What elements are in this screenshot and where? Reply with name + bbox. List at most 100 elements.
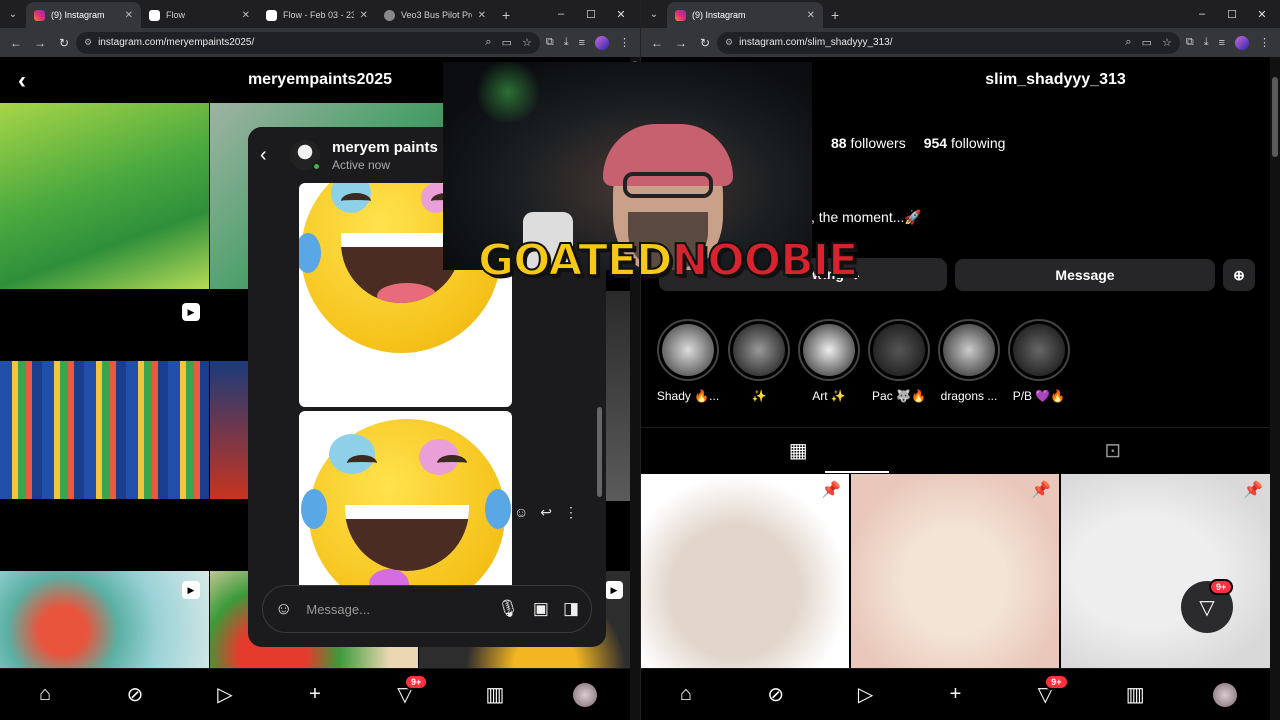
forward-arrow-icon[interactable]: →	[28, 36, 52, 50]
dashboard-icon[interactable]: ▥	[482, 682, 508, 708]
page-scrollbar[interactable]	[1270, 57, 1280, 720]
tagged-icon[interactable]: ⊡	[956, 428, 1271, 473]
close-window-icon[interactable]: ✕	[606, 8, 636, 21]
reel-icon: ▶	[182, 303, 200, 321]
extensions-icon[interactable]: ⧉	[1186, 36, 1194, 49]
add-person-icon[interactable]: ⊕	[1223, 259, 1255, 291]
new-tab-icon[interactable]: +	[823, 2, 847, 28]
download-icon[interactable]: ⤓	[564, 36, 569, 49]
followers-count[interactable]: 88 followers	[831, 135, 906, 151]
tab-veo3[interactable]: Veo3 Bus Pilot Pro ✕	[376, 2, 494, 28]
create-icon[interactable]: +	[302, 682, 328, 708]
microphone-icon[interactable]: 🎙	[497, 599, 519, 619]
media-icon[interactable]: ≡	[1219, 37, 1225, 49]
reply-icon[interactable]: ↩	[540, 504, 552, 521]
more-options-icon[interactable]: ⋮	[564, 504, 578, 521]
explore-icon[interactable]: ⊘	[763, 682, 789, 708]
react-emoji-icon[interactable]: ☺	[514, 504, 528, 521]
back-chevron-icon[interactable]: ‹	[18, 67, 26, 95]
profile-nav-avatar[interactable]	[1212, 682, 1238, 708]
bookmark-star-icon[interactable]: ☆	[522, 36, 532, 49]
pin-icon: 📌	[821, 482, 841, 499]
post-thumbnail[interactable]: 📌	[851, 474, 1059, 670]
media-icon[interactable]: ≡	[579, 37, 585, 49]
tab-instagram[interactable]: (9) Instagram ✕	[667, 2, 823, 28]
post-thumbnail[interactable]: 📌	[641, 474, 849, 670]
post-thumbnail[interactable]: 📌	[1061, 474, 1271, 670]
reels-icon[interactable]: ▷	[212, 682, 238, 708]
messages-icon[interactable]: ▽ 9+	[392, 673, 429, 708]
close-icon[interactable]: ✕	[478, 10, 486, 21]
posts-grid-icon[interactable]: ▦	[641, 428, 956, 473]
message-input[interactable]: Message...	[306, 602, 483, 617]
extensions-icon[interactable]: ⧉	[546, 36, 554, 49]
tab-flow-feb[interactable]: Flow - Feb 03 - 23: ✕	[258, 2, 376, 28]
contact-name[interactable]: meryem paints	[332, 139, 438, 156]
tab-search-icon[interactable]: ⌄	[641, 0, 667, 28]
menu-kebab-icon[interactable]: ⋮	[1259, 36, 1270, 49]
window-controls: – ☐ ✕	[1187, 0, 1277, 28]
dashboard-icon[interactable]: ▥	[1122, 682, 1148, 708]
explore-icon[interactable]: ⊘	[122, 682, 148, 708]
post-thumbnail[interactable]: ▶	[0, 291, 209, 363]
site-info-icon[interactable]: ⚙	[725, 37, 733, 48]
messages-fab-icon[interactable]: ▽ 9+	[1181, 579, 1234, 633]
bookmark-star-icon[interactable]: ☆	[1162, 36, 1172, 49]
post-thumbnail[interactable]	[606, 291, 630, 501]
minimize-icon[interactable]: –	[546, 8, 576, 20]
site-info-icon[interactable]: ⚙	[84, 37, 92, 48]
highlight-item[interactable]: Art ✨	[797, 319, 861, 403]
zoom-icon[interactable]: ⌕	[485, 36, 491, 49]
tab-search-icon[interactable]: ⌄	[0, 0, 26, 28]
highlight-item[interactable]: Shady 🔥...	[656, 319, 720, 403]
following-count[interactable]: 954 following	[924, 135, 1006, 151]
reload-icon[interactable]: ↻	[52, 36, 76, 50]
close-icon[interactable]: ✕	[125, 10, 133, 21]
post-thumbnail[interactable]	[0, 361, 209, 499]
image-icon[interactable]: ▣	[533, 599, 549, 619]
message-composer: ☺ Message... 🎙 ▣ ◨	[262, 585, 592, 633]
reels-icon[interactable]: ▷	[853, 682, 879, 708]
back-arrow-icon[interactable]: ←	[4, 36, 28, 50]
profile-nav-avatar[interactable]	[572, 682, 598, 708]
message-button[interactable]: Message	[955, 259, 1215, 291]
home-icon[interactable]: ⌂	[673, 682, 699, 708]
address-bar[interactable]: ⚙ instagram.com/slim_shadyyy_313/ ⌕ ▭ ☆	[717, 31, 1180, 54]
close-icon[interactable]: ✕	[807, 10, 815, 21]
sticker-icon[interactable]: ◨	[563, 599, 579, 619]
cast-icon[interactable]: ▭	[502, 36, 512, 49]
highlight-item[interactable]: ✨	[727, 319, 791, 403]
minimize-icon[interactable]: –	[1187, 8, 1217, 20]
emoji-picker-icon[interactable]: ☺	[275, 599, 292, 619]
profile-avatar-icon[interactable]	[1235, 35, 1249, 50]
maximize-icon[interactable]: ☐	[576, 8, 606, 21]
back-chevron-icon[interactable]: ‹	[260, 144, 284, 167]
new-tab-icon[interactable]: +	[494, 2, 518, 28]
menu-kebab-icon[interactable]: ⋮	[619, 36, 630, 49]
highlight-item[interactable]: Pac 🐺🔥	[867, 319, 931, 403]
reload-icon[interactable]: ↻	[693, 36, 717, 50]
close-window-icon[interactable]: ✕	[1247, 8, 1277, 21]
cast-icon[interactable]: ▭	[1142, 36, 1152, 49]
tab-flow[interactable]: Flow ✕	[141, 2, 258, 28]
forward-arrow-icon[interactable]: →	[669, 36, 693, 50]
close-icon[interactable]: ✕	[242, 10, 250, 21]
highlight-item[interactable]: P/B 💜🔥	[1007, 319, 1071, 403]
contact-avatar[interactable]	[290, 140, 321, 171]
back-arrow-icon[interactable]: ←	[645, 36, 669, 50]
close-icon[interactable]: ✕	[360, 10, 368, 21]
zoom-icon[interactable]: ⌕	[1125, 36, 1131, 49]
post-thumbnail[interactable]	[0, 103, 209, 289]
address-bar[interactable]: ⚙ instagram.com/meryempaints2025/ ⌕ ▭ ☆	[76, 31, 540, 54]
profile-avatar-icon[interactable]	[595, 35, 609, 50]
maximize-icon[interactable]: ☐	[1217, 8, 1247, 21]
messages-icon[interactable]: ▽ 9+	[1032, 673, 1069, 708]
reel-icon: ▶	[182, 581, 200, 599]
post-thumbnail[interactable]	[210, 361, 248, 499]
highlight-item[interactable]: dragons ...	[937, 319, 1001, 403]
create-icon[interactable]: +	[942, 682, 968, 708]
tab-instagram[interactable]: (9) Instagram ✕	[26, 2, 141, 28]
tab-strip: ⌄ (9) Instagram ✕ Flow ✕ Flow - Feb 03 -…	[0, 0, 640, 28]
download-icon[interactable]: ⤓	[1204, 36, 1209, 49]
home-icon[interactable]: ⌂	[32, 682, 58, 708]
